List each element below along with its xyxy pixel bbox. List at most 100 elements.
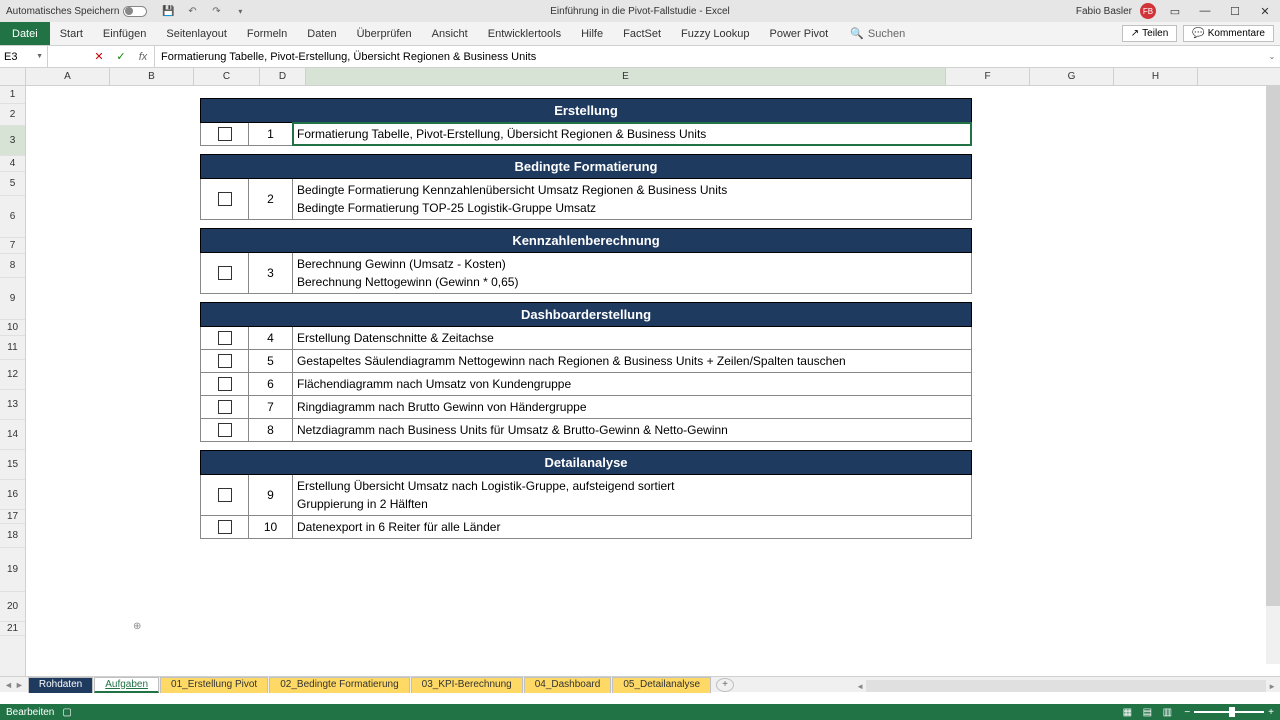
tab-power pivot[interactable]: Power Pivot bbox=[760, 22, 839, 45]
hscroll-right-icon[interactable]: ► bbox=[1266, 682, 1278, 691]
tab-überprüfen[interactable]: Überprüfen bbox=[347, 22, 422, 45]
sheet-tab[interactable]: Aufgaben bbox=[94, 677, 159, 693]
sheet-nav[interactable]: ◄ ► bbox=[0, 680, 28, 690]
expand-formula-icon[interactable]: ⌄ bbox=[1264, 52, 1280, 61]
task-row[interactable]: 10Datenexport in 6 Reiter für alle Lände… bbox=[200, 516, 972, 539]
tab-seitenlayout[interactable]: Seitenlayout bbox=[156, 22, 237, 45]
scrollbar-thumb[interactable] bbox=[1266, 86, 1280, 606]
checkbox[interactable] bbox=[218, 331, 232, 345]
toggle-switch[interactable] bbox=[123, 6, 147, 17]
task-text[interactable]: Formatierung Tabelle, Pivot-Erstellung, … bbox=[293, 123, 971, 145]
row-header-9[interactable]: 9 bbox=[0, 278, 25, 320]
task-row[interactable]: 4Erstellung Datenschnitte & Zeitachse bbox=[200, 327, 972, 350]
cancel-icon[interactable]: ✕ bbox=[88, 46, 110, 67]
tab-daten[interactable]: Daten bbox=[297, 22, 346, 45]
checkbox[interactable] bbox=[218, 488, 232, 502]
comments-button[interactable]: 💬 Kommentare bbox=[1183, 25, 1274, 42]
ribbon-display-icon[interactable]: ▭ bbox=[1164, 2, 1186, 20]
row-header-5[interactable]: 5 bbox=[0, 172, 25, 196]
tab-entwicklertools[interactable]: Entwicklertools bbox=[478, 22, 571, 45]
tab-ansicht[interactable]: Ansicht bbox=[422, 22, 478, 45]
sheet-tab[interactable]: 04_Dashboard bbox=[524, 677, 612, 693]
task-row[interactable]: 9Erstellung Übersicht Umsatz nach Logist… bbox=[200, 475, 972, 516]
search-box[interactable]: 🔍 Suchen bbox=[850, 22, 905, 45]
undo-icon[interactable]: ↶ bbox=[185, 4, 199, 18]
row-header-6[interactable]: 6 bbox=[0, 196, 25, 238]
fx-icon[interactable]: fx bbox=[132, 46, 154, 67]
column-header-B[interactable]: B bbox=[110, 68, 194, 85]
task-text[interactable]: Berechnung Gewinn (Umsatz - Kosten)Berec… bbox=[293, 253, 971, 293]
row-header-21[interactable]: 21 bbox=[0, 622, 25, 636]
zoom-control[interactable]: − + bbox=[1184, 707, 1274, 718]
sheet-tab[interactable]: 03_KPI-Berechnung bbox=[411, 677, 523, 693]
row-header-18[interactable]: 18 bbox=[0, 524, 25, 548]
sheet-nav-next-icon[interactable]: ► bbox=[15, 680, 24, 690]
sheet-tab[interactable]: Rohdaten bbox=[28, 677, 93, 693]
avatar[interactable]: FB bbox=[1140, 3, 1156, 19]
row-header-3[interactable]: 3 bbox=[0, 126, 25, 156]
column-header-F[interactable]: F bbox=[946, 68, 1030, 85]
task-row[interactable]: 3Berechnung Gewinn (Umsatz - Kosten)Bere… bbox=[200, 253, 972, 294]
column-header-D[interactable]: D bbox=[260, 68, 306, 85]
row-header-17[interactable]: 17 bbox=[0, 510, 25, 524]
row-header-15[interactable]: 15 bbox=[0, 450, 25, 480]
task-text[interactable]: Ringdiagramm nach Brutto Gewinn von Händ… bbox=[293, 396, 971, 418]
checkbox[interactable] bbox=[218, 354, 232, 368]
sheet-nav-prev-icon[interactable]: ◄ bbox=[4, 680, 13, 690]
tab-formeln[interactable]: Formeln bbox=[237, 22, 297, 45]
task-text[interactable]: Flächendiagramm nach Umsatz von Kundengr… bbox=[293, 373, 971, 395]
row-header-10[interactable]: 10 bbox=[0, 320, 25, 336]
vertical-scrollbar[interactable] bbox=[1266, 86, 1280, 664]
task-text[interactable]: Erstellung Übersicht Umsatz nach Logisti… bbox=[293, 475, 971, 515]
task-text[interactable]: Bedingte Formatierung Kennzahlenübersich… bbox=[293, 179, 971, 219]
macro-record-icon[interactable]: ▢ bbox=[62, 707, 71, 718]
horizontal-scrollbar[interactable] bbox=[866, 680, 1266, 692]
row-header-20[interactable]: 20 bbox=[0, 592, 25, 622]
save-icon[interactable]: 💾 bbox=[161, 4, 175, 18]
tab-hilfe[interactable]: Hilfe bbox=[571, 22, 613, 45]
tab-factset[interactable]: FactSet bbox=[613, 22, 671, 45]
zoom-out-icon[interactable]: − bbox=[1184, 707, 1190, 718]
name-box[interactable]: E3 ▼ bbox=[0, 46, 48, 67]
select-all-corner[interactable] bbox=[0, 68, 25, 86]
autosave-toggle[interactable]: Automatisches Speichern bbox=[0, 6, 153, 17]
hscroll-left-icon[interactable]: ◄ bbox=[854, 682, 866, 691]
column-header-C[interactable]: C bbox=[194, 68, 260, 85]
task-row[interactable]: 2Bedingte Formatierung Kennzahlenübersic… bbox=[200, 179, 972, 220]
formula-input[interactable]: Formatierung Tabelle, Pivot-Erstellung, … bbox=[155, 51, 1264, 63]
task-row[interactable]: 8Netzdiagramm nach Business Units für Um… bbox=[200, 419, 972, 442]
column-header-H[interactable]: H bbox=[1114, 68, 1198, 85]
checkbox[interactable] bbox=[218, 377, 232, 391]
view-page-break-icon[interactable]: ▥ bbox=[1158, 705, 1176, 719]
row-header-8[interactable]: 8 bbox=[0, 254, 25, 278]
task-text[interactable]: Erstellung Datenschnitte & Zeitachse bbox=[293, 327, 971, 349]
row-header-2[interactable]: 2 bbox=[0, 104, 25, 126]
task-row[interactable]: 5Gestapeltes Säulendiagramm Nettogewinn … bbox=[200, 350, 972, 373]
row-header-11[interactable]: 11 bbox=[0, 336, 25, 360]
checkbox[interactable] bbox=[218, 192, 232, 206]
tab-file[interactable]: Datei bbox=[0, 22, 50, 45]
task-text[interactable]: Netzdiagramm nach Business Units für Ums… bbox=[293, 419, 971, 441]
tab-start[interactable]: Start bbox=[50, 22, 93, 45]
checkbox[interactable] bbox=[218, 266, 232, 280]
checkbox[interactable] bbox=[218, 423, 232, 437]
checkbox[interactable] bbox=[218, 520, 232, 534]
close-icon[interactable]: ✕ bbox=[1254, 2, 1276, 20]
sheet-tab[interactable]: 05_Detailanalyse bbox=[612, 677, 711, 693]
row-header-7[interactable]: 7 bbox=[0, 238, 25, 254]
task-row[interactable]: 6Flächendiagramm nach Umsatz von Kundeng… bbox=[200, 373, 972, 396]
add-sheet-button[interactable]: + bbox=[716, 678, 734, 692]
minimize-icon[interactable]: — bbox=[1194, 2, 1216, 20]
tab-fuzzy lookup[interactable]: Fuzzy Lookup bbox=[671, 22, 759, 45]
task-row[interactable]: 7Ringdiagramm nach Brutto Gewinn von Hän… bbox=[200, 396, 972, 419]
sheet-tab[interactable]: 01_Erstellung Pivot bbox=[160, 677, 268, 693]
column-header-E[interactable]: E bbox=[306, 68, 946, 85]
zoom-in-icon[interactable]: + bbox=[1268, 707, 1274, 718]
row-header-1[interactable]: 1 bbox=[0, 86, 25, 104]
column-header-A[interactable]: A bbox=[26, 68, 110, 85]
tab-einfügen[interactable]: Einfügen bbox=[93, 22, 156, 45]
maximize-icon[interactable]: ☐ bbox=[1224, 2, 1246, 20]
checkbox[interactable] bbox=[218, 127, 232, 141]
zoom-slider[interactable] bbox=[1194, 711, 1264, 713]
row-header-12[interactable]: 12 bbox=[0, 360, 25, 390]
